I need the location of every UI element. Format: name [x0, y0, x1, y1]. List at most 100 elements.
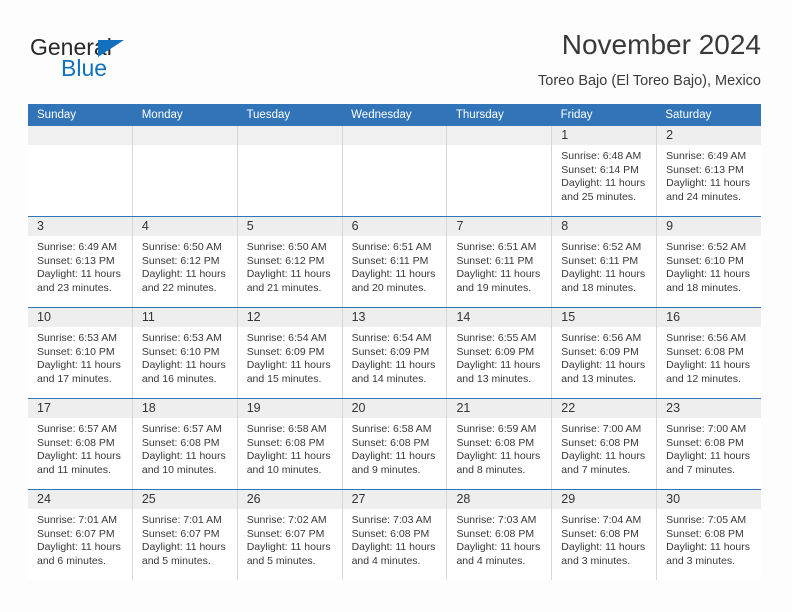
day-cell[interactable]: 19 Sunrise: 6:58 AM Sunset: 6:08 PM Dayligh… — [237, 399, 343, 489]
day-number-band: 19 — [237, 399, 342, 418]
day-details: Sunrise: 7:01 AM Sunset: 6:07 PM Daylight:… — [28, 509, 132, 568]
day-cell[interactable]: 10 Sunrise: 6:53 AM Sunset: 6:10 PM Dayligh… — [28, 308, 133, 398]
day-number-band: 5 — [237, 217, 342, 236]
day-number-band: 2 — [657, 126, 762, 145]
day-details: Sunrise: 6:56 AM Sunset: 6:08 PM Daylight:… — [657, 327, 761, 386]
day-cell[interactable]: 2 Sunrise: 6:49 AM Sunset: 6:13 PM Daylight… — [657, 126, 762, 216]
day-cell[interactable]: 6 Sunrise: 6:51 AM Sunset: 6:11 PM Daylight… — [342, 217, 448, 307]
day-cell[interactable]: 17 Sunrise: 6:57 AM Sunset: 6:08 PM Dayligh… — [28, 399, 133, 489]
daylight-text: Daylight: 11 hours and 19 minutes. — [456, 268, 541, 294]
day-cell[interactable]: 8 Sunrise: 6:52 AM Sunset: 6:11 PM Daylight… — [552, 217, 658, 307]
daylight-text: Daylight: 11 hours and 13 minutes. — [456, 359, 541, 385]
weekday-header-friday: Friday — [560, 109, 593, 121]
sunset-text: Sunset: 6:08 PM — [666, 436, 744, 449]
day-cell[interactable]: 25 Sunrise: 7:01 AM Sunset: 6:07 PM Dayligh… — [132, 490, 238, 580]
day-number: 19 — [246, 401, 261, 415]
sunset-text: Sunset: 6:11 PM — [456, 254, 534, 267]
day-cell[interactable]: 4 Sunrise: 6:50 AM Sunset: 6:12 PM Daylight… — [132, 217, 238, 307]
day-cell[interactable]: 29 Sunrise: 7:04 AM Sunset: 6:08 PM Dayligh… — [552, 490, 658, 580]
daylight-text: Daylight: 11 hours and 18 minutes. — [561, 268, 646, 294]
daylight-text: Daylight: 11 hours and 14 minutes. — [351, 359, 436, 385]
day-cell[interactable]: 23 Sunrise: 7:00 AM Sunset: 6:08 PM Dayligh… — [657, 399, 762, 489]
day-number-band — [342, 126, 447, 145]
day-cell-empty — [447, 126, 553, 216]
day-cell[interactable]: 18 Sunrise: 6:57 AM Sunset: 6:08 PM Dayligh… — [132, 399, 238, 489]
day-number-band: 24 — [28, 490, 132, 509]
day-number: 21 — [456, 401, 471, 415]
day-number: 9 — [666, 219, 674, 233]
day-number-band: 15 — [552, 308, 657, 327]
day-number: 20 — [351, 401, 366, 415]
sunrise-text: Sunrise: 7:01 AM — [141, 514, 222, 526]
day-cell[interactable]: 13 Sunrise: 6:54 AM Sunset: 6:09 PM Dayligh… — [342, 308, 448, 398]
day-details: Sunrise: 6:57 AM Sunset: 6:08 PM Daylight:… — [28, 418, 132, 477]
sunset-text: Sunset: 6:11 PM — [351, 254, 429, 267]
sunset-text: Sunset: 6:08 PM — [351, 527, 430, 540]
weekday-header-thursday: Thursday — [455, 109, 504, 121]
sunrise-text: Sunrise: 7:05 AM — [666, 514, 747, 526]
daylight-text: Daylight: 11 hours and 3 minutes. — [666, 541, 751, 567]
sunrise-text: Sunrise: 6:51 AM — [351, 241, 432, 253]
day-cell[interactable]: 22 Sunrise: 7:00 AM Sunset: 6:08 PM Dayligh… — [552, 399, 658, 489]
page-subtitle: Toreo Bajo (El Toreo Bajo), Mexico — [538, 73, 761, 89]
day-number-band — [237, 126, 342, 145]
day-details: Sunrise: 6:49 AM Sunset: 6:13 PM Daylight:… — [657, 145, 761, 204]
sunset-text: Sunset: 6:07 PM — [141, 527, 220, 540]
day-cell[interactable]: 15 Sunrise: 6:56 AM Sunset: 6:09 PM Dayligh… — [552, 308, 658, 398]
daylight-text: Daylight: 11 hours and 4 minutes. — [456, 541, 541, 567]
general-blue-logo[interactable]: General Blue — [30, 34, 230, 92]
day-number: 22 — [561, 401, 576, 415]
day-details: Sunrise: 7:04 AM Sunset: 6:08 PM Daylight:… — [552, 509, 656, 568]
day-cell[interactable]: 20 Sunrise: 6:58 AM Sunset: 6:08 PM Dayligh… — [342, 399, 448, 489]
day-details: Sunrise: 7:03 AM Sunset: 6:08 PM Daylight:… — [447, 509, 551, 568]
day-number-band — [28, 126, 132, 145]
day-cell[interactable]: 26 Sunrise: 7:02 AM Sunset: 6:07 PM Dayligh… — [237, 490, 343, 580]
day-cell[interactable]: 27 Sunrise: 7:03 AM Sunset: 6:08 PM Dayligh… — [342, 490, 448, 580]
day-cell[interactable]: 30 Sunrise: 7:05 AM Sunset: 6:08 PM Dayligh… — [657, 490, 762, 580]
day-cell[interactable]: 28 Sunrise: 7:03 AM Sunset: 6:08 PM Dayligh… — [447, 490, 553, 580]
day-cell[interactable]: 12 Sunrise: 6:54 AM Sunset: 6:09 PM Dayligh… — [237, 308, 343, 398]
sunset-text: Sunset: 6:08 PM — [666, 527, 744, 540]
sunrise-text: Sunrise: 6:57 AM — [37, 423, 117, 435]
daylight-text: Daylight: 11 hours and 4 minutes. — [351, 541, 436, 567]
day-details: Sunrise: 7:03 AM Sunset: 6:08 PM Daylight:… — [343, 509, 447, 568]
sunrise-text: Sunrise: 7:03 AM — [456, 514, 537, 526]
calendar-week-row: 3 Sunrise: 6:49 AM Sunset: 6:13 PM Daylight… — [28, 216, 762, 307]
daylight-text: Daylight: 11 hours and 9 minutes. — [351, 450, 436, 476]
sunrise-text: Sunrise: 6:56 AM — [666, 332, 747, 344]
day-cell[interactable]: 14 Sunrise: 6:55 AM Sunset: 6:09 PM Dayligh… — [447, 308, 553, 398]
calendar-week-row: 24 Sunrise: 7:01 AM Sunset: 6:07 PM Dayligh… — [28, 489, 762, 580]
day-cell-empty — [132, 126, 238, 216]
day-cell[interactable]: 7 Sunrise: 6:51 AM Sunset: 6:11 PM Daylight… — [447, 217, 553, 307]
day-number: 5 — [246, 219, 254, 233]
day-number-band — [447, 126, 552, 145]
day-number: 30 — [666, 492, 681, 506]
sunset-text: Sunset: 6:10 PM — [666, 254, 744, 267]
daylight-text: Daylight: 11 hours and 11 minutes. — [37, 450, 121, 476]
day-cell[interactable]: 1 Sunrise: 6:48 AM Sunset: 6:14 PM Daylight… — [552, 126, 658, 216]
day-details: Sunrise: 6:56 AM Sunset: 6:09 PM Daylight:… — [552, 327, 656, 386]
sunset-text: Sunset: 6:08 PM — [351, 436, 430, 449]
day-number-band: 4 — [132, 217, 237, 236]
daylight-text: Daylight: 11 hours and 18 minutes. — [666, 268, 751, 294]
sunset-text: Sunset: 6:08 PM — [456, 527, 535, 540]
day-number-band: 12 — [237, 308, 342, 327]
day-cell[interactable]: 3 Sunrise: 6:49 AM Sunset: 6:13 PM Daylight… — [28, 217, 133, 307]
day-number: 24 — [37, 492, 51, 506]
day-cell[interactable]: 16 Sunrise: 6:56 AM Sunset: 6:08 PM Dayligh… — [657, 308, 762, 398]
sunset-text: Sunset: 6:07 PM — [37, 527, 115, 540]
day-details: Sunrise: 6:55 AM Sunset: 6:09 PM Daylight:… — [447, 327, 551, 386]
day-cell[interactable]: 21 Sunrise: 6:59 AM Sunset: 6:08 PM Dayligh… — [447, 399, 553, 489]
sunrise-text: Sunrise: 6:55 AM — [456, 332, 537, 344]
weekday-header-tuesday: Tuesday — [246, 109, 291, 121]
day-cell[interactable]: 24 Sunrise: 7:01 AM Sunset: 6:07 PM Dayligh… — [28, 490, 133, 580]
day-cell[interactable]: 9 Sunrise: 6:52 AM Sunset: 6:10 PM Daylight… — [657, 217, 762, 307]
daylight-text: Daylight: 11 hours and 7 minutes. — [666, 450, 751, 476]
day-cell[interactable]: 11 Sunrise: 6:53 AM Sunset: 6:10 PM Dayligh… — [132, 308, 238, 398]
sunrise-text: Sunrise: 7:00 AM — [561, 423, 642, 435]
day-details: Sunrise: 6:52 AM Sunset: 6:10 PM Daylight:… — [657, 236, 761, 295]
daylight-text: Daylight: 11 hours and 24 minutes. — [666, 177, 751, 203]
daylight-text: Daylight: 11 hours and 7 minutes. — [561, 450, 646, 476]
sunrise-text: Sunrise: 6:59 AM — [456, 423, 537, 435]
day-cell[interactable]: 5 Sunrise: 6:50 AM Sunset: 6:12 PM Daylight… — [237, 217, 343, 307]
